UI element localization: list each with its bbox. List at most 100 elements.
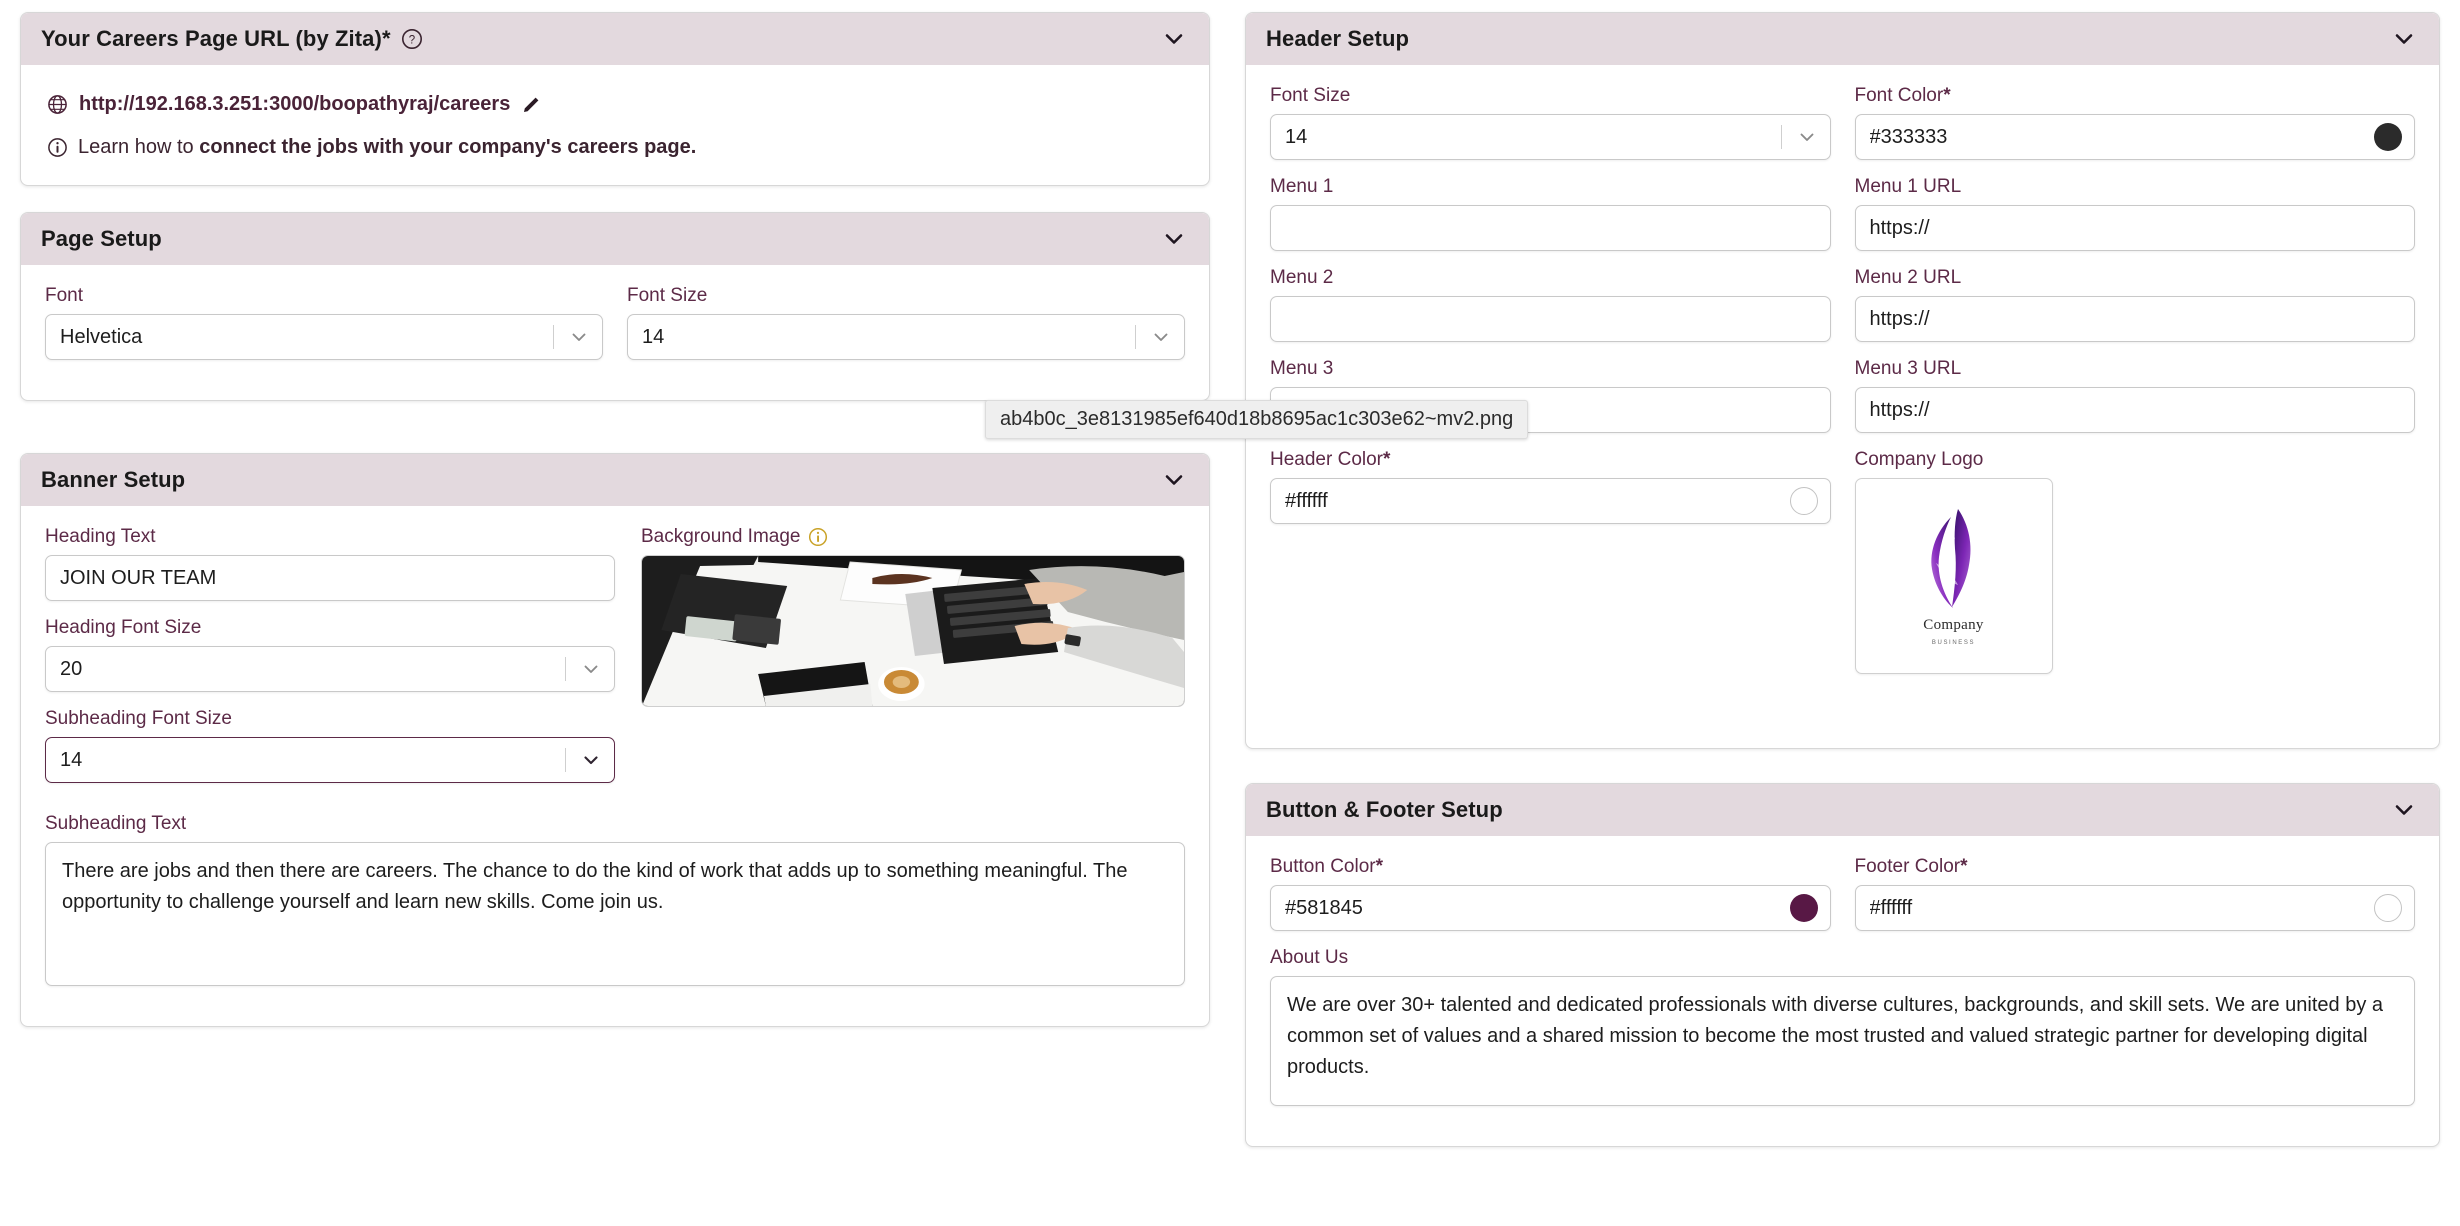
header-font-color-input[interactable]: #333333 <box>1854 114 2415 160</box>
chevron-down-icon[interactable] <box>580 749 602 771</box>
about-us-textarea[interactable] <box>1270 976 2415 1106</box>
header-font-color-label: Font Color* <box>1854 85 1951 106</box>
header-color-input[interactable]: #ffffff <box>1270 478 1831 524</box>
question-circle-icon[interactable]: ? <box>401 28 423 50</box>
subheading-font-size-label: Subheading Font Size <box>45 708 232 729</box>
learn-link[interactable]: connect the jobs with your company's car… <box>199 136 696 158</box>
menu-2-input[interactable] <box>1270 296 1831 342</box>
menu-1-url-field: Menu 1 URL https:// <box>1854 176 2415 251</box>
right-column: Header Setup Font Size 14 Font Color* #3… <box>1245 12 2440 1173</box>
info-circle-icon[interactable] <box>808 527 828 547</box>
heading-font-size-label: Heading Font Size <box>45 617 202 638</box>
page-font-size-field: Font Size 14 <box>627 285 1185 360</box>
header-color-label: Header Color* <box>1270 449 1391 470</box>
pencil-icon[interactable] <box>521 95 541 115</box>
menu-1-url-input[interactable]: https:// <box>1854 205 2415 251</box>
button-footer-setup-panel-header[interactable]: Button & Footer Setup <box>1246 784 2439 836</box>
heading-text-field: Heading Text JOIN OUR TEAM <box>45 526 615 601</box>
footer-color-value: #ffffff <box>1869 896 1913 919</box>
color-swatch[interactable] <box>1789 894 1818 922</box>
subheading-font-size-field: Subheading Font Size 14 <box>45 708 615 783</box>
menu-1-input[interactable] <box>1270 205 1831 251</box>
chevron-down-icon[interactable] <box>1796 126 1818 148</box>
menu-2-url-input[interactable]: https:// <box>1854 296 2415 342</box>
page-setup-panel-header[interactable]: Page Setup <box>21 213 1209 265</box>
header-font-color-field: Font Color* #333333 <box>1854 85 2415 160</box>
header-font-size-field: Font Size 14 <box>1270 85 1831 160</box>
button-color-field: Button Color* #581845 <box>1270 856 1831 931</box>
company-logo-label: Company Logo <box>1854 449 1984 470</box>
button-footer-row-1: Button Color* #581845 Footer Color* #fff… <box>1270 856 2415 947</box>
heading-font-size-value: 20 <box>60 657 83 680</box>
banner-left-column: Heading Text JOIN OUR TEAM Heading Font … <box>45 526 615 799</box>
header-font-size-select[interactable]: 14 <box>1270 114 1831 160</box>
chevron-down-icon[interactable] <box>1161 26 1187 52</box>
heading-text-input[interactable]: JOIN OUR TEAM <box>45 555 615 601</box>
header-setup-panel-header[interactable]: Header Setup <box>1246 13 2439 65</box>
page-font-size-label: Font Size <box>627 285 708 306</box>
subheading-font-size-select[interactable]: 14 <box>45 737 615 783</box>
about-us-field: About Us <box>1270 947 2415 1106</box>
chevron-down-icon[interactable] <box>2391 26 2417 52</box>
button-color-value: #581845 <box>1285 896 1363 919</box>
divider <box>565 657 566 681</box>
banner-setup-panel-body: Heading Text JOIN OUR TEAM Heading Font … <box>21 506 1209 1026</box>
header-row-3: Menu 2 Menu 2 URL https:// <box>1270 267 2415 358</box>
subheading-text-label: Subheading Text <box>45 813 187 834</box>
careers-page-settings-screen: Your Careers Page URL (by Zita)* ? http:… <box>0 0 2460 1226</box>
required-asterisk: * <box>1960 856 1968 877</box>
divider <box>1135 325 1136 349</box>
info-circle-icon <box>47 137 68 158</box>
required-asterisk: * <box>1383 449 1391 470</box>
color-swatch[interactable] <box>2374 123 2402 151</box>
careers-url-row: http://192.168.3.251:3000/boopathyraj/ca… <box>47 93 1185 116</box>
panel-title: Your Careers Page URL (by Zita)* <box>41 26 391 51</box>
menu-3-label: Menu 3 <box>1270 358 1334 379</box>
page-font-size-value: 14 <box>642 325 665 348</box>
chevron-down-icon[interactable] <box>1150 326 1172 348</box>
learn-how-row: Learn how to connect the jobs with your … <box>47 136 1185 159</box>
page-setup-row: Font Helvetica Font Size 14 <box>45 285 1185 376</box>
color-swatch[interactable] <box>2374 894 2402 922</box>
menu-3-url-value: https:// <box>1869 398 1930 421</box>
divider <box>553 325 554 349</box>
careers-url-text[interactable]: http://192.168.3.251:3000/boopathyraj/ca… <box>79 93 510 116</box>
font-select[interactable]: Helvetica <box>45 314 603 360</box>
subheading-text-textarea[interactable] <box>45 842 1185 986</box>
chevron-down-icon[interactable] <box>568 326 590 348</box>
careers-page-url-panel-body: http://192.168.3.251:3000/boopathyraj/ca… <box>21 65 1209 185</box>
page-setup-panel-body: Font Helvetica Font Size 14 <box>21 265 1209 400</box>
banner-setup-panel-header[interactable]: Banner Setup <box>21 454 1209 506</box>
chevron-down-icon[interactable] <box>1161 467 1187 493</box>
company-logo-field: Company Logo Company BUSINESS <box>1854 449 2416 674</box>
menu-3-url-label: Menu 3 URL <box>1854 358 1962 379</box>
company-logo-preview[interactable]: Company BUSINESS <box>1854 478 2053 674</box>
feather-logo-icon <box>1911 507 1997 611</box>
background-image-preview[interactable] <box>641 555 1185 707</box>
careers-page-url-panel: Your Careers Page URL (by Zita)* ? http:… <box>20 12 1210 186</box>
heading-text-label: Heading Text <box>45 526 156 547</box>
chevron-down-icon[interactable] <box>2391 797 2417 823</box>
page-font-size-select[interactable]: 14 <box>627 314 1185 360</box>
company-logo-tagline: BUSINESS <box>1931 639 1976 646</box>
font-label: Font <box>45 285 84 306</box>
menu-2-url-value: https:// <box>1869 307 1930 330</box>
button-color-label: Button Color* <box>1270 856 1384 877</box>
button-footer-setup-panel-body: Button Color* #581845 Footer Color* #fff… <box>1246 836 2439 1146</box>
banner-grid: Heading Text JOIN OUR TEAM Heading Font … <box>45 526 1185 799</box>
menu-3-url-input[interactable]: https:// <box>1854 387 2415 433</box>
heading-text-value: JOIN OUR TEAM <box>60 566 217 589</box>
footer-color-input[interactable]: #ffffff <box>1854 885 2415 931</box>
left-column: Your Careers Page URL (by Zita)* ? http:… <box>20 12 1210 1053</box>
header-font-color-value: #333333 <box>1869 125 1948 148</box>
color-swatch[interactable] <box>1789 487 1818 515</box>
careers-page-url-panel-header[interactable]: Your Careers Page URL (by Zita)* ? <box>21 13 1209 65</box>
menu-2-field: Menu 2 <box>1270 267 1831 342</box>
button-color-input[interactable]: #581845 <box>1270 885 1831 931</box>
chevron-down-icon[interactable] <box>1161 226 1187 252</box>
chevron-down-icon[interactable] <box>580 658 602 680</box>
subheading-font-size-value: 14 <box>60 748 83 771</box>
heading-font-size-select[interactable]: 20 <box>45 646 615 692</box>
svg-text:?: ? <box>408 34 414 46</box>
globe-icon <box>47 94 68 115</box>
